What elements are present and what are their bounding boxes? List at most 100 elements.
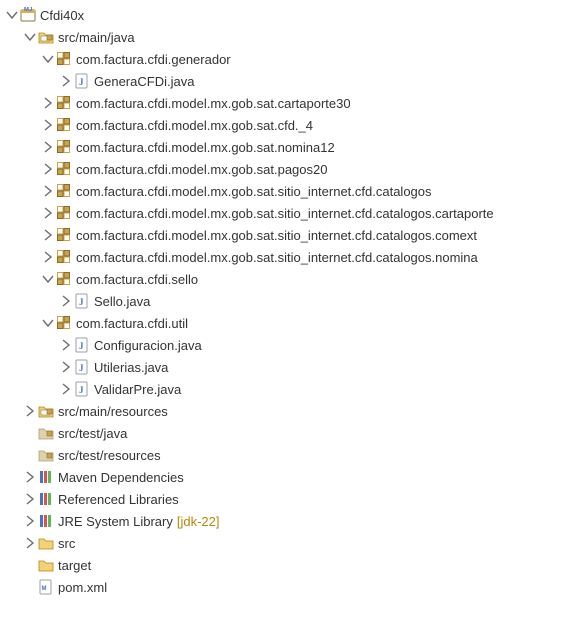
srcfolder-icon xyxy=(38,403,54,419)
package-catalogos[interactable]: com.factura.cfdi.model.mx.gob.sat.sitio_… xyxy=(0,180,588,202)
package-generador[interactable]: com.factura.cfdi.generador xyxy=(0,48,588,70)
folder-src[interactable]: src xyxy=(0,532,588,554)
package-catalogos-comext[interactable]: com.factura.cfdi.model.mx.gob.sat.sitio_… xyxy=(0,224,588,246)
package-catalogos-nomina[interactable]: com.factura.cfdi.model.mx.gob.sat.sitio_… xyxy=(0,246,588,268)
folder-icon xyxy=(38,535,54,551)
projm-icon xyxy=(20,7,36,23)
file-validarpre[interactable]: ValidarPre.java xyxy=(0,378,588,400)
chevron-right-icon[interactable] xyxy=(22,403,38,419)
tree-item-label: src/test/resources xyxy=(58,448,161,463)
package-icon xyxy=(56,227,72,243)
chevron-down-icon[interactable] xyxy=(40,51,56,67)
package-icon xyxy=(56,249,72,265)
chevron-right-icon[interactable] xyxy=(58,381,74,397)
package-catalogos-cartaporte[interactable]: com.factura.cfdi.model.mx.gob.sat.sitio_… xyxy=(0,202,588,224)
file-generacfdi[interactable]: GeneraCFDi.java xyxy=(0,70,588,92)
chevron-right-icon[interactable] xyxy=(40,161,56,177)
tree-item-label: com.factura.cfdi.model.mx.gob.sat.sitio_… xyxy=(76,184,432,199)
tree-item-label: com.factura.cfdi.util xyxy=(76,316,188,331)
lib-icon xyxy=(38,513,54,529)
chevron-right-icon[interactable] xyxy=(40,227,56,243)
tree-item-label: ValidarPre.java xyxy=(94,382,181,397)
folder-icon xyxy=(38,557,54,573)
tree-item-label: src/main/resources xyxy=(58,404,168,419)
file-pom[interactable]: pom.xml xyxy=(0,576,588,598)
package-icon xyxy=(56,315,72,331)
tree-item-label: Cfdi40x xyxy=(40,8,84,23)
java-icon xyxy=(74,337,90,353)
tree-item-label: com.factura.cfdi.model.mx.gob.sat.cartap… xyxy=(76,96,351,111)
folder-target[interactable]: target xyxy=(0,554,588,576)
package-icon xyxy=(56,205,72,221)
package-icon xyxy=(56,139,72,155)
tree-item-label: Configuracion.java xyxy=(94,338,202,353)
tree-item-label: com.factura.cfdi.model.mx.gob.sat.sitio_… xyxy=(76,206,494,221)
src-test-resources[interactable]: src/test/resources xyxy=(0,444,588,466)
src-main-resources[interactable]: src/main/resources xyxy=(0,400,588,422)
chevron-right-icon[interactable] xyxy=(58,337,74,353)
chevron-right-icon[interactable] xyxy=(40,139,56,155)
srcfolder-icon xyxy=(38,29,54,45)
jre-system-library[interactable]: JRE System Library[jdk-22] xyxy=(0,510,588,532)
package-cartaporte30[interactable]: com.factura.cfdi.model.mx.gob.sat.cartap… xyxy=(0,92,588,114)
lib-icon xyxy=(38,469,54,485)
srcfolder-empty-icon xyxy=(38,447,54,463)
chevron-right-icon[interactable] xyxy=(40,95,56,111)
package-nomina12[interactable]: com.factura.cfdi.model.mx.gob.sat.nomina… xyxy=(0,136,588,158)
file-sello[interactable]: Sello.java xyxy=(0,290,588,312)
chevron-right-icon[interactable] xyxy=(58,293,74,309)
tree-item-label: target xyxy=(58,558,91,573)
tree-item-label: JRE System Library xyxy=(58,514,173,529)
tree-item-label: com.factura.cfdi.model.mx.gob.sat.cfd._4 xyxy=(76,118,313,133)
package-icon xyxy=(56,117,72,133)
chevron-right-icon[interactable] xyxy=(22,535,38,551)
chevron-right-icon[interactable] xyxy=(40,205,56,221)
tree-item-label: pom.xml xyxy=(58,580,107,595)
tree-item-label: com.factura.cfdi.generador xyxy=(76,52,231,67)
file-utilerias[interactable]: Utilerias.java xyxy=(0,356,588,378)
chevron-down-icon[interactable] xyxy=(4,7,20,23)
package-pagos20[interactable]: com.factura.cfdi.model.mx.gob.sat.pagos2… xyxy=(0,158,588,180)
chevron-down-icon[interactable] xyxy=(22,29,38,45)
tree-item-label: GeneraCFDi.java xyxy=(94,74,194,89)
file-configuracion[interactable]: Configuracion.java xyxy=(0,334,588,356)
chevron-right-icon[interactable] xyxy=(40,249,56,265)
package-icon xyxy=(56,95,72,111)
tree-item-label: src/test/java xyxy=(58,426,127,441)
tree-item-label: com.factura.cfdi.model.mx.gob.sat.pagos2… xyxy=(76,162,327,177)
maven-dependencies[interactable]: Maven Dependencies xyxy=(0,466,588,488)
tree-item-label: com.factura.cfdi.model.mx.gob.sat.sitio_… xyxy=(76,228,477,243)
package-util[interactable]: com.factura.cfdi.util xyxy=(0,312,588,334)
package-sello[interactable]: com.factura.cfdi.sello xyxy=(0,268,588,290)
chevron-right-icon[interactable] xyxy=(58,73,74,89)
project-node[interactable]: Cfdi40x xyxy=(0,4,588,26)
chevron-right-icon[interactable] xyxy=(40,183,56,199)
chevron-right-icon[interactable] xyxy=(22,469,38,485)
package-icon xyxy=(56,51,72,67)
chevron-right-icon[interactable] xyxy=(22,513,38,529)
package-cfd4[interactable]: com.factura.cfdi.model.mx.gob.sat.cfd._4 xyxy=(0,114,588,136)
package-explorer-tree[interactable]: Cfdi40x src/main/java com.factura.cfdi.gen… xyxy=(0,4,588,598)
srcfolder-empty-icon xyxy=(38,425,54,441)
tree-item-label: Maven Dependencies xyxy=(58,470,184,485)
tree-item-label: Sello.java xyxy=(94,294,150,309)
tree-item-label: com.factura.cfdi.sello xyxy=(76,272,198,287)
chevron-right-icon[interactable] xyxy=(22,491,38,507)
lib-icon xyxy=(38,491,54,507)
src-main-java[interactable]: src/main/java xyxy=(0,26,588,48)
chevron-right-icon[interactable] xyxy=(40,117,56,133)
xml-icon xyxy=(38,579,54,595)
chevron-down-icon[interactable] xyxy=(40,271,56,287)
referenced-libraries[interactable]: Referenced Libraries xyxy=(0,488,588,510)
tree-item-label: src xyxy=(58,536,75,551)
chevron-down-icon[interactable] xyxy=(40,315,56,331)
tree-item-label: Utilerias.java xyxy=(94,360,168,375)
tree-item-label: src/main/java xyxy=(58,30,135,45)
package-icon xyxy=(56,271,72,287)
chevron-right-icon[interactable] xyxy=(58,359,74,375)
tree-item-label: Referenced Libraries xyxy=(58,492,179,507)
java-icon xyxy=(74,293,90,309)
tree-item-label: com.factura.cfdi.model.mx.gob.sat.nomina… xyxy=(76,140,335,155)
src-test-java[interactable]: src/test/java xyxy=(0,422,588,444)
java-icon xyxy=(74,381,90,397)
